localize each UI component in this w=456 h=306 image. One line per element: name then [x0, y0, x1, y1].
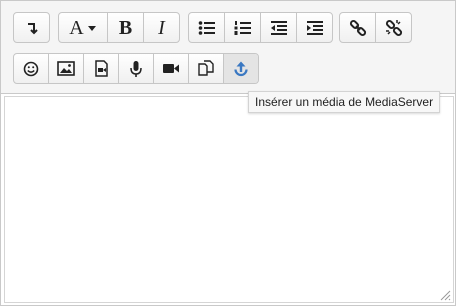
numbered-list-icon	[234, 20, 251, 35]
bullet-list-icon	[198, 20, 215, 35]
mediaserver-upload-icon	[234, 61, 248, 76]
image-button[interactable]	[49, 54, 84, 83]
copy-files-icon	[197, 60, 214, 76]
video-camera-icon	[163, 64, 179, 73]
unlink-button[interactable]	[376, 13, 411, 42]
italic-label: I	[158, 16, 165, 39]
record-video-button[interactable]	[154, 54, 189, 83]
bullet-list-button[interactable]	[189, 13, 225, 42]
mediaserver-button[interactable]	[224, 54, 258, 83]
link-button[interactable]	[340, 13, 376, 42]
emoticon-icon	[23, 61, 39, 76]
toolbar-group-collapse	[13, 12, 50, 43]
font-letter: A	[69, 16, 84, 39]
toolbar-group-format: A B I	[58, 12, 180, 43]
collapse-toolbar-button[interactable]	[14, 13, 49, 42]
indent-button[interactable]	[297, 13, 332, 42]
text-editor: A B I	[0, 0, 456, 306]
outdent-icon	[270, 20, 287, 35]
editor-content-area[interactable]	[4, 96, 454, 303]
microphone-icon	[130, 60, 142, 77]
chevron-down-icon	[87, 25, 96, 31]
media-file-icon	[94, 60, 108, 77]
numbered-list-button[interactable]	[225, 13, 261, 42]
record-audio-button[interactable]	[119, 54, 154, 83]
font-color-button[interactable]: A	[59, 13, 108, 42]
unlink-icon	[385, 19, 402, 36]
bold-button[interactable]: B	[108, 13, 144, 42]
outdent-button[interactable]	[261, 13, 297, 42]
italic-button[interactable]: I	[144, 13, 179, 42]
indent-icon	[306, 20, 323, 35]
arrow-down-left-icon	[27, 22, 38, 34]
resize-handle-icon[interactable]	[439, 289, 451, 301]
toolbar-group-lists	[188, 12, 333, 43]
media-file-button[interactable]	[84, 54, 119, 83]
manage-files-button[interactable]	[189, 54, 224, 83]
image-icon	[57, 61, 75, 76]
toolbar-group-media	[13, 53, 259, 84]
mediaserver-tooltip: Insérer un média de MediaServer	[248, 91, 441, 113]
emoticon-button[interactable]	[14, 54, 49, 83]
bold-label: B	[118, 16, 133, 39]
link-icon	[349, 19, 366, 36]
toolbar-group-links	[339, 12, 412, 43]
editor-toolbar: A B I	[1, 1, 455, 94]
